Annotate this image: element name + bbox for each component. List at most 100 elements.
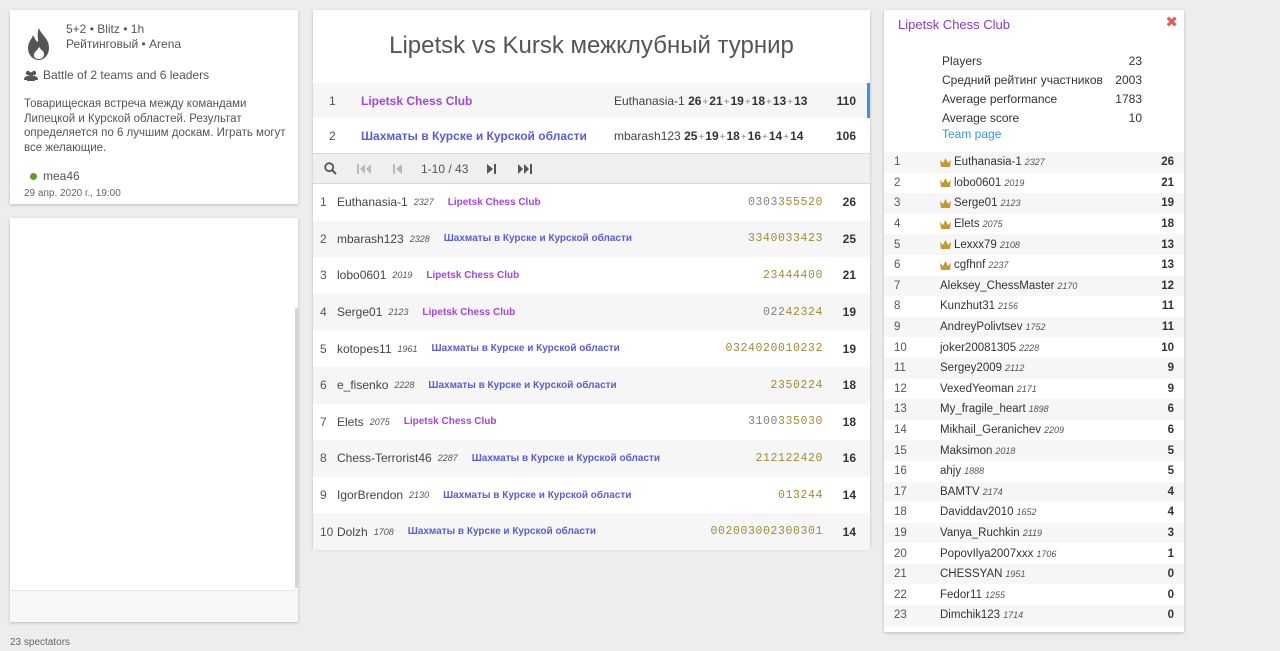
player-row[interactable]: 3 lobo0601 2019 Lipetsk Chess Club 23444400 2…: [313, 257, 870, 294]
player-row[interactable]: 10 Dolzh 1708 Шахматы в Курске и Курской об…: [313, 513, 870, 550]
player-team[interactable]: Lipetsk Chess Club: [422, 307, 515, 318]
player-team[interactable]: Lipetsk Chess Club: [404, 416, 497, 427]
player-name[interactable]: Serge01: [337, 305, 382, 319]
member-score: 4: [1167, 506, 1174, 519]
prev-page-icon: [393, 163, 402, 174]
member-row[interactable]: 21 CHESSYAN 1951 0: [884, 563, 1184, 585]
member-row[interactable]: 23 Dimchik123 1714 0: [884, 605, 1184, 626]
member-name[interactable]: BAMTV: [940, 486, 980, 498]
member-row[interactable]: 17 BAMTV 2174 4: [884, 481, 1184, 503]
team-leader[interactable]: mbarash123: [614, 129, 681, 143]
player-row[interactable]: 1 Euthanasia-1 2327 Lipetsk Chess Club 03033…: [313, 184, 870, 221]
member-name[interactable]: My_fragile_heart: [940, 403, 1026, 415]
scrollbar[interactable]: [295, 308, 298, 588]
prev-page-button[interactable]: [381, 154, 415, 183]
creator-name[interactable]: mea46: [43, 169, 80, 183]
member-row[interactable]: 13 My_fragile_heart 1898 6: [884, 399, 1184, 420]
member-row[interactable]: 7 Aleksey_ChessMaster 2170 12: [884, 275, 1184, 297]
player-name[interactable]: Chess-Terrorist46: [337, 451, 432, 465]
member-name[interactable]: Kunzhut31: [940, 300, 995, 312]
team-standing-row[interactable]: 2 Шахматы в Курске и Курской области mba…: [313, 118, 870, 153]
player-name[interactable]: Euthanasia-1: [337, 195, 408, 209]
member-row[interactable]: 10 joker20081305 2228 10: [884, 337, 1184, 358]
member-name[interactable]: cgfhnf: [954, 259, 985, 271]
creator[interactable]: mea46: [30, 169, 80, 183]
member-name[interactable]: Sergey2009: [940, 362, 1002, 374]
close-icon[interactable]: ✖: [1165, 13, 1178, 31]
next-page-button[interactable]: [474, 154, 508, 183]
member-row[interactable]: 2 lobo0601 2019 21: [884, 173, 1184, 194]
team-standing-row[interactable]: 1 Lipetsk Chess Club Euthanasia-1 26+21+…: [313, 83, 870, 118]
member-score: 13: [1161, 238, 1174, 251]
player-team[interactable]: Шахматы в Курске и Курской области: [443, 490, 631, 501]
player-name[interactable]: mbarash123: [337, 232, 404, 246]
player-name[interactable]: kotopes11: [337, 342, 392, 356]
member-name[interactable]: Vanya_Ruchkin: [940, 527, 1020, 539]
player-team[interactable]: Шахматы в Курске и Курской области: [444, 233, 632, 244]
member-name[interactable]: ahjy: [940, 465, 961, 477]
crown-icon: [940, 198, 951, 208]
member-name[interactable]: Elets: [954, 218, 980, 230]
member-row[interactable]: 12 VexedYeoman 2171 9: [884, 379, 1184, 400]
member-name[interactable]: joker20081305: [940, 342, 1016, 354]
player-row[interactable]: 9 IgorBrendon 2130 Шахматы в Курске и Курск…: [313, 477, 870, 514]
member-row[interactable]: 14 Mikhail_Geranichev 2209 6: [884, 420, 1184, 441]
club-stats: Players 23 Средний рейтинг участников 2003…: [942, 54, 1142, 125]
member-row[interactable]: 3 Serge01 2123 19: [884, 193, 1184, 214]
player-team[interactable]: Шахматы в Курске и Курской области: [472, 453, 660, 464]
member-name[interactable]: Lexxx79: [954, 239, 997, 251]
member-name[interactable]: PopovIlya2007xxx: [940, 548, 1033, 560]
team-name[interactable]: Шахматы в Курске и Курской области: [361, 129, 614, 143]
member-name[interactable]: Aleksey_ChessMaster: [940, 280, 1054, 292]
member-name[interactable]: lobo0601: [954, 177, 1001, 189]
player-row[interactable]: 2 mbarash123 2328 Шахматы в Курске и Курско…: [313, 220, 870, 258]
search-button[interactable]: [313, 154, 347, 183]
chat-input-bar[interactable]: [10, 590, 298, 622]
team-leader[interactable]: Euthanasia-1: [614, 94, 685, 108]
member-row[interactable]: 11 Sergey2009 2112 9: [884, 357, 1184, 379]
member-name[interactable]: Daviddav2010: [940, 506, 1014, 518]
team-name[interactable]: Lipetsk Chess Club: [361, 94, 614, 108]
next-page-icon: [487, 163, 497, 174]
member-name[interactable]: Dimchik123: [940, 609, 1000, 621]
member-row[interactable]: 8 Kunzhut31 2156 11: [884, 296, 1184, 317]
member-row[interactable]: 6 cgfhnf 2237 13: [884, 255, 1184, 276]
member-row[interactable]: 5 Lexxx79 2108 13: [884, 234, 1184, 255]
member-name[interactable]: CHESSYAN: [940, 568, 1002, 580]
member-row[interactable]: 15 Maksimon 2018 5: [884, 440, 1184, 461]
player-row[interactable]: 6 e_fisenko 2228 Шахматы в Курске и Курской…: [313, 367, 870, 404]
member-row[interactable]: 16 ahjy 1888 5: [884, 461, 1184, 482]
player-team[interactable]: Шахматы в Курске и Курской области: [428, 380, 616, 391]
player-name[interactable]: IgorBrendon: [337, 488, 403, 502]
member-name[interactable]: Maksimon: [940, 445, 992, 457]
player-name[interactable]: e_fisenko: [337, 378, 388, 392]
member-row[interactable]: 4 Elets 2075 18: [884, 214, 1184, 235]
player-row[interactable]: 8 Chess-Terrorist46 2287 Шахматы в Курске и…: [313, 440, 870, 477]
player-team[interactable]: Lipetsk Chess Club: [448, 197, 541, 208]
member-name[interactable]: Euthanasia-1: [954, 156, 1022, 168]
last-page-button[interactable]: [508, 154, 542, 183]
tournament-description: Товарищеская встреча между командами Лип…: [24, 98, 286, 154]
member-name[interactable]: Fedor11: [940, 589, 982, 601]
player-team[interactable]: Шахматы в Курске и Курской области: [432, 343, 620, 354]
member-name[interactable]: Mikhail_Geranichev: [940, 424, 1041, 436]
player-row[interactable]: 4 Serge01 2123 Lipetsk Chess Club 02242324 19: [313, 293, 870, 331]
member-row[interactable]: 19 Vanya_Ruchkin 2119 3: [884, 522, 1184, 544]
member-row[interactable]: 1 Euthanasia-1 2327 26: [884, 152, 1184, 173]
player-name[interactable]: Elets: [337, 415, 364, 429]
player-team[interactable]: Lipetsk Chess Club: [426, 270, 519, 281]
member-row[interactable]: 18 Daviddav2010 1652 4: [884, 502, 1184, 523]
member-row[interactable]: 20 PopovIlya2007xxx 1706 1: [884, 543, 1184, 564]
first-page-button[interactable]: [347, 154, 381, 183]
player-team[interactable]: Шахматы в Курске и Курской области: [408, 526, 596, 537]
member-name[interactable]: VexedYeoman: [940, 383, 1014, 395]
member-name[interactable]: AndreyPolivtsev: [940, 321, 1022, 333]
player-row[interactable]: 5 kotopes11 1961 Шахматы в Курске и Курской…: [313, 330, 870, 367]
team-page-link[interactable]: Team page: [942, 127, 1001, 141]
player-row[interactable]: 7 Elets 2075 Lipetsk Chess Club 3100335030 18: [313, 404, 870, 441]
member-row[interactable]: 9 AndreyPolivtsev 1752 11: [884, 316, 1184, 338]
player-name[interactable]: lobo0601: [337, 268, 386, 282]
member-name[interactable]: Serge01: [954, 197, 997, 209]
player-name[interactable]: Dolzh: [337, 525, 368, 539]
member-row[interactable]: 22 Fedor11 1255 0: [884, 584, 1184, 605]
